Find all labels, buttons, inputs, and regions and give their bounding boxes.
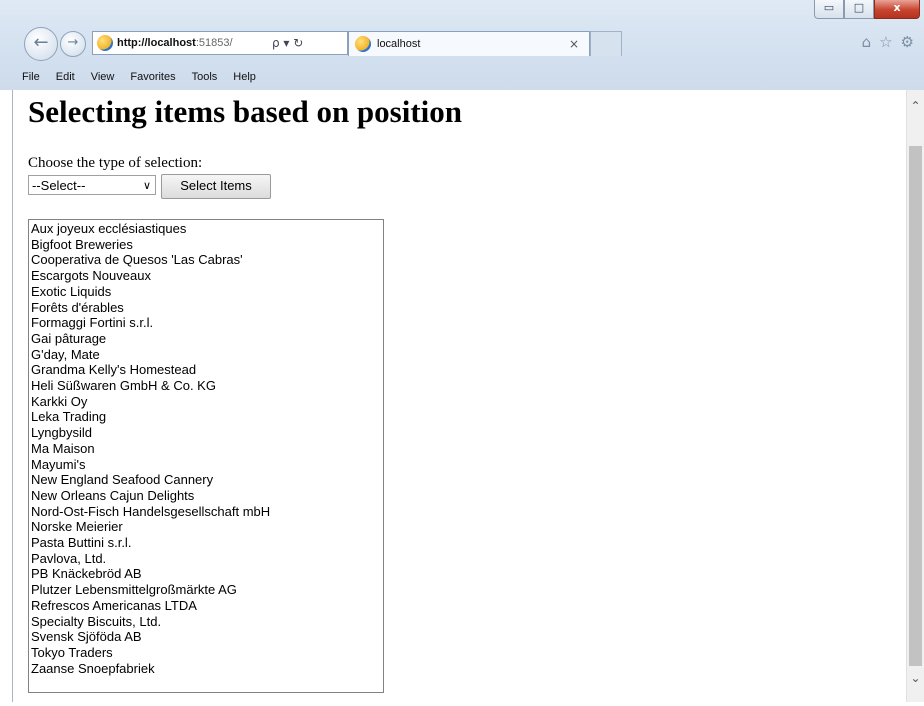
select-items-button[interactable]: Select Items xyxy=(161,174,271,199)
list-item[interactable]: Formaggi Fortini s.r.l. xyxy=(31,315,383,331)
page-title: Selecting items based on position xyxy=(28,94,463,129)
menu-view[interactable]: View xyxy=(83,71,123,83)
list-item[interactable]: Norske Meierier xyxy=(31,519,383,535)
list-item[interactable]: Leka Trading xyxy=(31,409,383,425)
scroll-down-chevron-icon[interactable]: ⌄ xyxy=(907,668,924,688)
maximize-button[interactable]: □ xyxy=(844,0,874,19)
list-item[interactable]: Specialty Biscuits, Ltd. xyxy=(31,614,383,630)
tab-title: localhost xyxy=(377,38,421,50)
list-item[interactable]: Zaanse Snoepfabriek xyxy=(31,661,383,677)
browser-chrome: ▭ □ x ← → http://localhost:51853/ ρ ▾ ↻ … xyxy=(0,0,924,90)
list-item[interactable]: Plutzer Lebensmittelgroßmärkte AG xyxy=(31,582,383,598)
list-item[interactable]: Ma Maison xyxy=(31,441,383,457)
url-rest: :51853/ xyxy=(195,37,233,49)
menu-file[interactable]: File xyxy=(14,71,48,83)
list-item[interactable]: PB Knäckebröd AB xyxy=(31,566,383,582)
address-controls-icons[interactable]: ρ ▾ ↻ xyxy=(272,36,303,50)
list-item[interactable]: Gai pâturage xyxy=(31,331,383,347)
back-button[interactable]: ← xyxy=(24,27,58,61)
list-item[interactable]: Exotic Liquids xyxy=(31,284,383,300)
list-item[interactable]: Lyngbysild xyxy=(31,425,383,441)
gear-icon[interactable]: ⚙ xyxy=(901,33,914,51)
new-tab-button[interactable] xyxy=(590,31,622,56)
tab-close-icon[interactable]: × xyxy=(569,37,579,51)
list-item[interactable]: Karkki Oy xyxy=(31,394,383,410)
list-item[interactable]: Bigfoot Breweries xyxy=(31,237,383,253)
vertical-scrollbar[interactable]: ⌃ ⌄ xyxy=(906,90,924,702)
menu-help[interactable]: Help xyxy=(225,71,264,83)
ie-page-icon xyxy=(97,35,113,51)
ie-tab-icon xyxy=(355,36,371,52)
list-item[interactable]: Tokyo Traders xyxy=(31,645,383,661)
list-item[interactable]: New Orleans Cajun Delights xyxy=(31,488,383,504)
home-icon[interactable]: ⌂ xyxy=(862,33,872,51)
list-item[interactable]: G'day, Mate xyxy=(31,347,383,363)
chevron-down-icon: ∨ xyxy=(142,179,151,192)
address-url[interactable]: http://localhost:51853/ xyxy=(117,37,269,49)
toolbar-right-icons: ⌂ ☆ ⚙ xyxy=(862,33,914,51)
minimize-button[interactable]: ▭ xyxy=(814,0,844,19)
url-host: http://localhost xyxy=(117,37,196,49)
list-item[interactable]: Svensk Sjöföda AB xyxy=(31,629,383,645)
list-item[interactable]: New England Seafood Cannery xyxy=(31,472,383,488)
suppliers-listbox[interactable]: Aux joyeux ecclésiastiques Bigfoot Brewer… xyxy=(28,219,384,693)
menu-tools[interactable]: Tools xyxy=(184,71,226,83)
menu-edit[interactable]: Edit xyxy=(48,71,83,83)
dropdown-selected-value: --Select-- xyxy=(32,178,86,193)
list-item[interactable]: Pasta Buttini s.r.l. xyxy=(31,535,383,551)
back-arrow-icon: ← xyxy=(33,32,49,53)
address-bar[interactable]: http://localhost:51853/ ρ ▾ ↻ xyxy=(92,31,348,55)
scrollbar-thumb[interactable] xyxy=(909,146,922,666)
list-item[interactable]: Forêts d'érables xyxy=(31,300,383,316)
list-item[interactable]: Pavlova, Ltd. xyxy=(31,551,383,567)
forward-arrow-icon: → xyxy=(67,35,79,50)
close-window-button[interactable]: x xyxy=(874,0,920,19)
browser-tab[interactable]: localhost × xyxy=(348,31,590,56)
window-controls: ▭ □ x xyxy=(814,0,920,19)
list-item[interactable]: Heli Süßwaren GmbH & Co. KG xyxy=(31,378,383,394)
forward-button[interactable]: → xyxy=(60,31,86,57)
menu-bar: File Edit View Favorites Tools Help xyxy=(14,66,264,88)
list-item[interactable]: Refrescos Americanas LTDA xyxy=(31,598,383,614)
list-item[interactable]: Mayumi's xyxy=(31,457,383,473)
list-item[interactable]: Escargots Nouveaux xyxy=(31,268,383,284)
list-item[interactable]: Grandma Kelly's Homestead xyxy=(31,362,383,378)
list-item[interactable]: Cooperativa de Quesos 'Las Cabras' xyxy=(31,252,383,268)
selection-type-dropdown[interactable]: --Select-- ∨ xyxy=(28,175,156,195)
scroll-up-chevron-icon[interactable]: ⌃ xyxy=(907,96,924,116)
favorites-star-icon[interactable]: ☆ xyxy=(879,33,892,51)
list-item[interactable]: Nord-Ost-Fisch Handelsgesellschaft mbH xyxy=(31,504,383,520)
selection-prompt-label: Choose the type of selection: xyxy=(28,155,203,171)
menu-favorites[interactable]: Favorites xyxy=(122,71,183,83)
list-item[interactable]: Aux joyeux ecclésiastiques xyxy=(31,221,383,237)
